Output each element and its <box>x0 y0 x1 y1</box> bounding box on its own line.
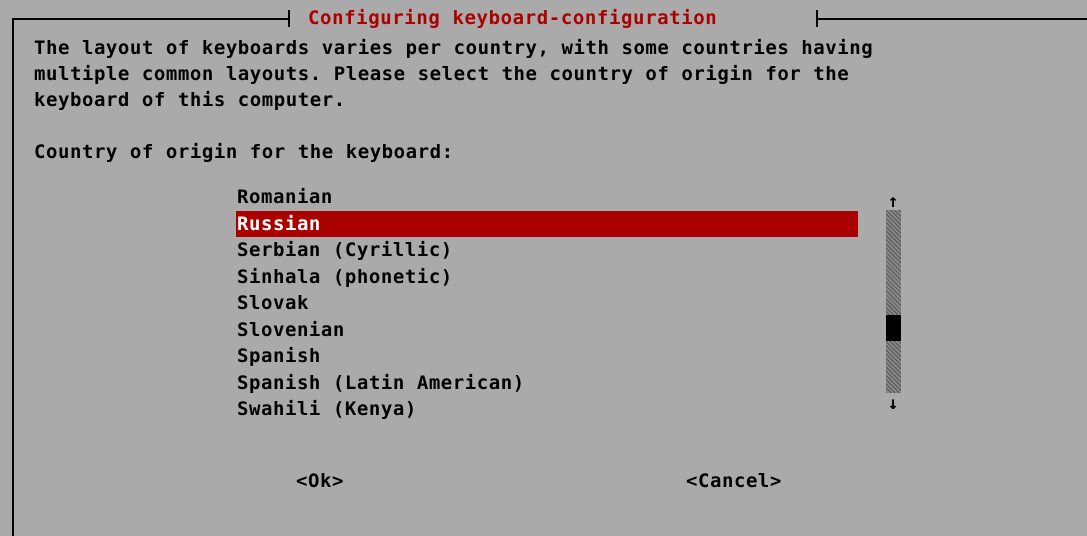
frame-title-tick-left <box>288 10 290 27</box>
list-item-swahili-kenya[interactable]: Swahili (Kenya) <box>236 396 858 423</box>
description-line-2: multiple common layouts. Please select t… <box>34 63 850 85</box>
frame-top-border-right <box>818 18 1087 20</box>
list-item-slovenian[interactable]: Slovenian <box>236 317 858 344</box>
dialog-window: Configuring keyboard-configuration The l… <box>0 0 1087 536</box>
list-item-spanish-latin-american[interactable]: Spanish (Latin American) <box>236 370 858 397</box>
list-item-romanian[interactable]: Romanian <box>236 184 858 211</box>
list-item-slovak[interactable]: Slovak <box>236 290 858 317</box>
frame-left-border <box>12 18 14 536</box>
list-item-serbian-cyrillic[interactable]: Serbian (Cyrillic) <box>236 237 858 264</box>
scroll-up-arrow-icon[interactable]: ↑ <box>883 192 903 212</box>
scrollbar-track[interactable] <box>886 210 901 393</box>
scroll-down-arrow-icon[interactable]: ↓ <box>883 394 903 414</box>
dialog-title: Configuring keyboard-configuration <box>308 7 718 29</box>
scrollbar-thumb[interactable] <box>886 315 901 341</box>
list-item-spanish[interactable]: Spanish <box>236 343 858 370</box>
description-line-3: keyboard of this computer. <box>34 89 346 111</box>
list-prompt: Country of origin for the keyboard: <box>34 141 454 163</box>
list-item-russian-selected[interactable]: Russian <box>236 210 858 237</box>
ok-button[interactable]: <Ok> <box>296 468 344 494</box>
description-line-1: The layout of keyboards varies per count… <box>34 37 874 59</box>
country-list[interactable]: Romanian Russian Serbian (Cyrillic) Sinh… <box>236 184 858 423</box>
frame-top-border-left <box>12 18 290 20</box>
cancel-button[interactable]: <Cancel> <box>686 468 782 494</box>
list-item-sinhala-phonetic[interactable]: Sinhala (phonetic) <box>236 264 858 291</box>
